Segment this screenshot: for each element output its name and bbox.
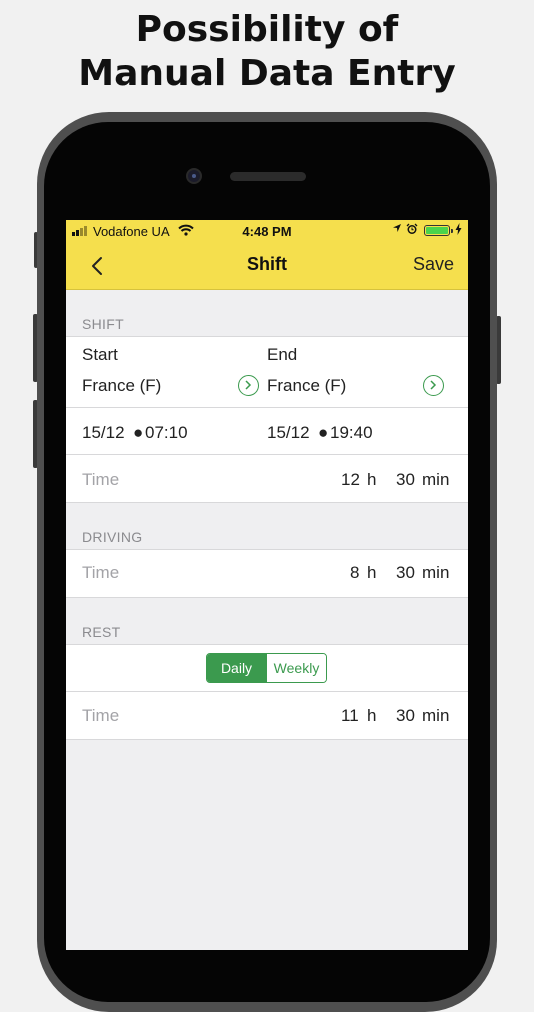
- shift-minutes[interactable]: 30: [396, 470, 415, 490]
- start-label: Start: [82, 345, 118, 364]
- headline-line-1: Possibility of: [135, 9, 399, 50]
- shift-hours[interactable]: 12: [341, 470, 360, 490]
- rest-time-label: Time: [82, 706, 120, 725]
- headline-line-2: Manual Data Entry: [78, 53, 456, 94]
- end-country-select-icon[interactable]: [423, 375, 444, 396]
- driving-group: Time 8 h 30 min: [66, 549, 468, 598]
- rest-minutes[interactable]: 30: [396, 706, 415, 726]
- charging-icon: [455, 223, 462, 238]
- start-date[interactable]: 15/12: [82, 423, 125, 443]
- shift-group: Start End France (F) France (F) 15/12 ● …: [66, 336, 468, 503]
- end-country[interactable]: France (F): [267, 376, 346, 396]
- front-camera: [186, 168, 202, 184]
- page-title: Shift: [247, 254, 287, 274]
- driving-hours[interactable]: 8: [350, 563, 359, 583]
- rest-hours[interactable]: 11: [341, 706, 359, 726]
- alarm-icon: [406, 223, 418, 238]
- end-date[interactable]: 15/12: [267, 423, 310, 443]
- section-header-driving: DRIVING: [82, 529, 143, 545]
- end-time[interactable]: 19:40: [330, 423, 373, 443]
- shift-time-label: Time: [82, 470, 120, 489]
- rest-group: Daily Weekly Time 11 h 30 min: [66, 644, 468, 740]
- section-header-shift: SHIFT: [82, 316, 124, 332]
- segment-daily[interactable]: Daily: [207, 654, 266, 682]
- rest-hours-unit: h: [367, 706, 377, 725]
- navigation-bar: Shift Save: [66, 242, 468, 290]
- rest-type-segmented-control: Daily Weekly: [206, 653, 327, 683]
- start-country-select-icon[interactable]: [238, 375, 259, 396]
- location-icon: [392, 223, 402, 236]
- driving-minutes-unit: min: [422, 563, 450, 582]
- driving-hours-unit: h: [367, 563, 377, 582]
- end-label: End: [267, 345, 298, 364]
- end-bullet-icon: ●: [318, 423, 329, 442]
- headline: Possibility of Manual Data Entry: [0, 8, 534, 96]
- driving-time-label: Time: [82, 563, 120, 582]
- shift-minutes-unit: min: [422, 470, 450, 489]
- section-header-rest: REST: [82, 624, 121, 640]
- start-bullet-icon: ●: [133, 423, 144, 442]
- segment-weekly[interactable]: Weekly: [266, 654, 326, 682]
- shift-hours-unit: h: [367, 470, 377, 489]
- driving-minutes[interactable]: 30: [396, 563, 415, 583]
- rest-minutes-unit: min: [422, 706, 450, 725]
- status-bar: Vodafone UA 4:48 PM: [66, 220, 468, 242]
- start-country[interactable]: France (F): [82, 376, 161, 396]
- battery-icon: [424, 225, 453, 236]
- app-screen: Vodafone UA 4:48 PM Shift Save SHIFT Sta…: [66, 220, 468, 950]
- save-button[interactable]: Save: [413, 254, 454, 275]
- earpiece-speaker: [230, 172, 306, 181]
- start-time[interactable]: 07:10: [145, 423, 188, 443]
